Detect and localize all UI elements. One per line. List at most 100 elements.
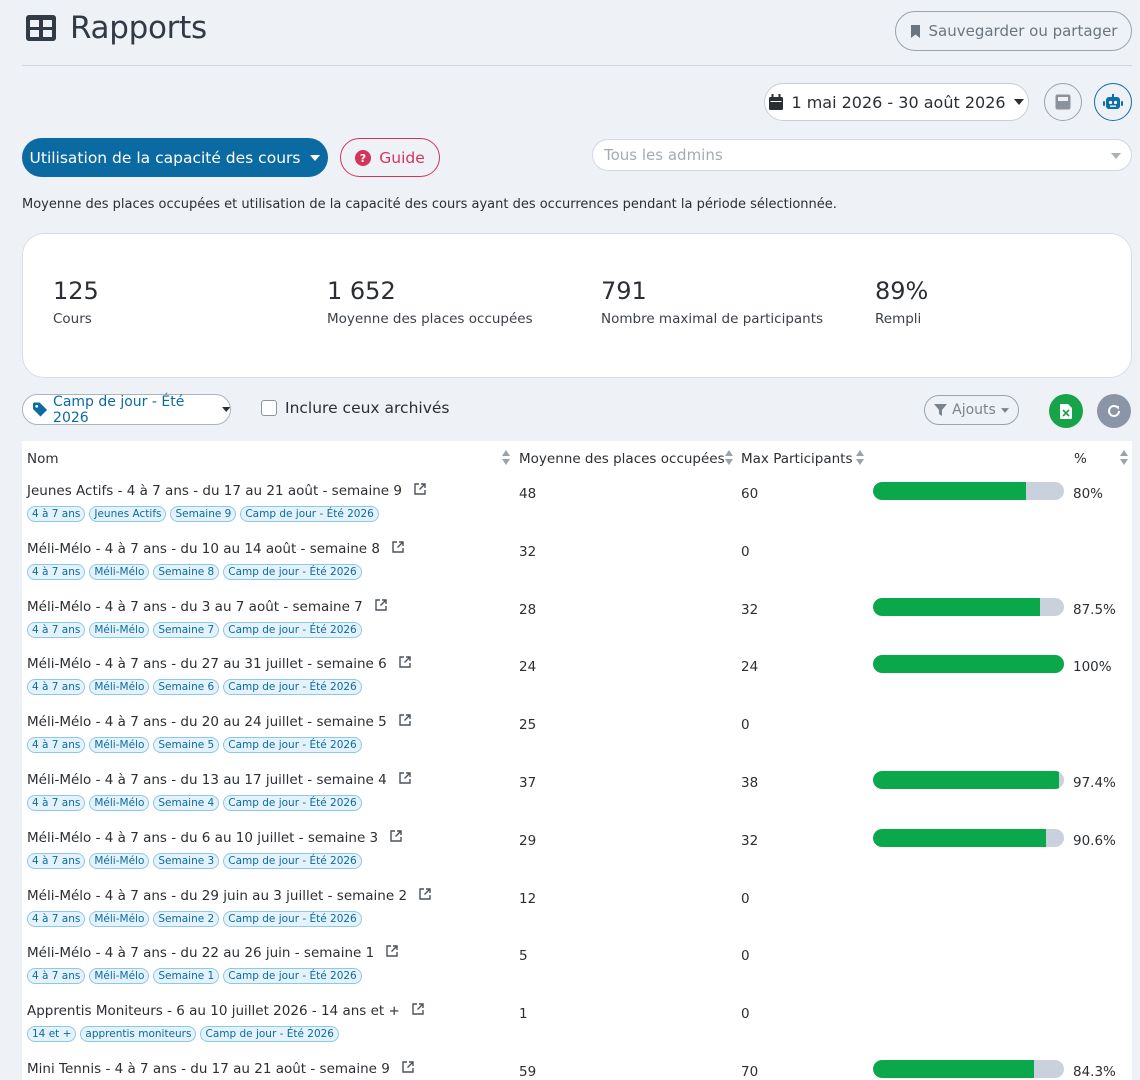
course-tag[interactable]: Camp de jour - Été 2026 <box>223 794 362 811</box>
course-tag[interactable]: Camp de jour - Été 2026 <box>240 506 379 522</box>
course-tag[interactable]: Méli-Mélo <box>89 794 150 811</box>
assistant-bot-button[interactable] <box>1094 83 1132 121</box>
external-link-icon[interactable] <box>399 714 411 730</box>
course-tag[interactable]: Camp de jour - Été 2026 <box>223 621 362 638</box>
course-tag[interactable]: Jeunes Actifs <box>89 506 167 522</box>
external-link-icon[interactable] <box>399 772 411 788</box>
refresh-icon <box>1108 404 1120 417</box>
course-tag[interactable]: 4 à 7 ans <box>27 968 86 985</box>
course-tag[interactable]: 4 à 7 ans <box>27 794 86 811</box>
guide-button[interactable]: ? Guide <box>340 138 440 177</box>
column-header-percent[interactable]: % <box>1074 451 1087 467</box>
tag-filter-dropdown[interactable]: Camp de jour - Été 2026 <box>22 394 231 426</box>
calculator-button[interactable] <box>1044 83 1082 121</box>
course-tag[interactable]: 4 à 7 ans <box>27 506 86 522</box>
table-row: Apprentis Moniteurs - 6 au 10 juillet 20… <box>22 996 1132 1054</box>
course-name-link[interactable]: Méli-Mélo - 4 à 7 ans - du 3 au 7 août -… <box>27 599 363 615</box>
report-type-selector[interactable]: Utilisation de la capacité des cours <box>22 138 328 177</box>
course-name-link[interactable]: Méli-Mélo - 4 à 7 ans - du 29 juin au 3 … <box>27 888 407 904</box>
stat-value: 89% <box>875 277 929 305</box>
ajouts-filter-button[interactable]: Ajouts <box>924 395 1019 425</box>
course-tag[interactable]: Camp de jour - Été 2026 <box>223 563 362 580</box>
course-tag[interactable]: 4 à 7 ans <box>27 563 86 580</box>
export-excel-button[interactable] <box>1049 394 1083 428</box>
course-name-link[interactable]: Méli-Mélo - 4 à 7 ans - du 6 au 10 juill… <box>27 830 378 846</box>
report-type-label: Utilisation de la capacité des cours <box>29 148 301 167</box>
course-tag[interactable]: 14 et + <box>27 1026 77 1043</box>
course-tag[interactable]: 4 à 7 ans <box>27 910 86 927</box>
external-link-icon[interactable] <box>399 656 411 672</box>
course-tag[interactable]: Semaine 9 <box>170 506 237 522</box>
course-tag[interactable]: Méli-Mélo <box>89 563 150 580</box>
course-name-link[interactable]: Mini Tennis - 4 à 7 ans - du 17 au 21 ao… <box>27 1061 390 1077</box>
course-tag[interactable]: Méli-Mélo <box>89 679 150 696</box>
capacity-progress-bar <box>873 597 1064 616</box>
percent-cell: 97.4% <box>1073 774 1116 791</box>
refresh-button[interactable] <box>1097 394 1131 428</box>
include-archived-label: Inclure ceux archivés <box>285 399 450 417</box>
table-row: Méli-Mélo - 4 à 7 ans - du 6 au 10 juill… <box>22 823 1132 881</box>
external-link-icon[interactable] <box>419 887 431 904</box>
average-occupied-cell: 25 <box>519 717 537 734</box>
course-tag[interactable]: 4 à 7 ans <box>27 679 86 696</box>
external-link-icon[interactable] <box>392 541 404 557</box>
capacity-progress-fill <box>873 770 1060 789</box>
course-tag[interactable]: Camp de jour - Été 2026 <box>223 852 362 869</box>
report-description: Moyenne des places occupées et utilisati… <box>22 197 837 212</box>
course-tag[interactable]: apprentis moniteurs <box>80 1026 197 1043</box>
course-tag[interactable]: Camp de jour - Été 2026 <box>223 968 362 985</box>
sort-icon[interactable] <box>502 450 510 465</box>
column-header-average[interactable]: Moyenne des places occupées <box>519 451 725 467</box>
course-name-link[interactable]: Méli-Mélo - 4 à 7 ans - du 22 au 26 juin… <box>27 945 374 961</box>
course-name-link[interactable]: Apprentis Moniteurs - 6 au 10 juillet 20… <box>27 1003 400 1019</box>
external-link-icon[interactable] <box>390 830 402 846</box>
course-tag[interactable]: Semaine 8 <box>153 563 220 580</box>
save-or-share-button[interactable]: Sauvegarder ou partager <box>895 11 1132 51</box>
course-tag[interactable]: Semaine 3 <box>153 852 220 869</box>
external-link-icon[interactable] <box>412 1003 424 1019</box>
stat-max-participants: 791 Nombre maximal de participants <box>601 277 823 327</box>
course-tag[interactable]: Méli-Mélo <box>89 910 150 927</box>
course-tag[interactable]: 4 à 7 ans <box>27 621 86 638</box>
external-link-icon[interactable] <box>375 598 387 615</box>
course-tag[interactable]: Semaine 4 <box>153 794 220 811</box>
stat-value: 1 652 <box>327 277 396 305</box>
course-name-link[interactable]: Méli-Mélo - 4 à 7 ans - du 13 au 17 juil… <box>27 772 387 788</box>
course-name-link[interactable]: Méli-Mélo - 4 à 7 ans - du 20 au 24 juil… <box>27 714 387 730</box>
course-name-link[interactable]: Méli-Mélo - 4 à 7 ans - du 10 au 14 août… <box>27 541 380 557</box>
external-link-icon[interactable] <box>402 1061 414 1077</box>
max-participants-cell: 70 <box>741 1063 759 1080</box>
include-archived-checkbox[interactable] <box>261 400 277 416</box>
column-header-max[interactable]: Max Participants <box>741 451 853 467</box>
course-tag[interactable]: Camp de jour - Été 2026 <box>200 1026 339 1043</box>
course-tag[interactable]: Méli-Mélo <box>89 621 150 638</box>
course-tag[interactable]: Méli-Mélo <box>89 852 150 869</box>
course-tag[interactable]: Méli-Mélo <box>89 968 150 985</box>
course-tag[interactable]: Camp de jour - Été 2026 <box>223 737 362 754</box>
course-tag[interactable]: Camp de jour - Été 2026 <box>223 910 362 927</box>
course-tag[interactable]: Semaine 1 <box>153 968 220 985</box>
include-archived-toggle[interactable]: Inclure ceux archivés <box>261 399 450 417</box>
sort-icon[interactable] <box>725 450 733 465</box>
course-tag[interactable]: Semaine 5 <box>153 737 220 754</box>
course-name-link[interactable]: Jeunes Actifs - 4 à 7 ans - du 17 au 21 … <box>27 483 402 499</box>
date-range-picker[interactable]: 1 mai 2026 - 30 août 2026 <box>764 83 1029 121</box>
course-tag[interactable]: Camp de jour - Été 2026 <box>223 679 362 696</box>
course-name-link[interactable]: Méli-Mélo - 4 à 7 ans - du 27 au 31 juil… <box>27 656 387 672</box>
course-tag[interactable]: Méli-Mélo <box>89 737 150 754</box>
course-tag[interactable]: Semaine 2 <box>153 910 220 927</box>
sort-icon[interactable] <box>856 450 864 465</box>
column-header-name[interactable]: Nom <box>27 451 59 467</box>
external-link-icon[interactable] <box>414 483 426 499</box>
stat-filled: 89% Rempli <box>875 277 928 327</box>
sort-icon[interactable] <box>1120 450 1128 465</box>
course-name-cell: Méli-Mélo - 4 à 7 ans - du 20 au 24 juil… <box>27 714 411 730</box>
course-tag[interactable]: Semaine 7 <box>153 621 220 638</box>
admin-filter-select[interactable]: Tous les admins <box>592 139 1132 171</box>
capacity-progress-fill <box>873 597 1041 616</box>
max-participants-cell: 60 <box>741 486 759 502</box>
course-tag[interactable]: 4 à 7 ans <box>27 852 86 869</box>
course-tag[interactable]: Semaine 6 <box>153 679 220 696</box>
course-tag[interactable]: 4 à 7 ans <box>27 737 86 754</box>
external-link-icon[interactable] <box>386 945 398 961</box>
